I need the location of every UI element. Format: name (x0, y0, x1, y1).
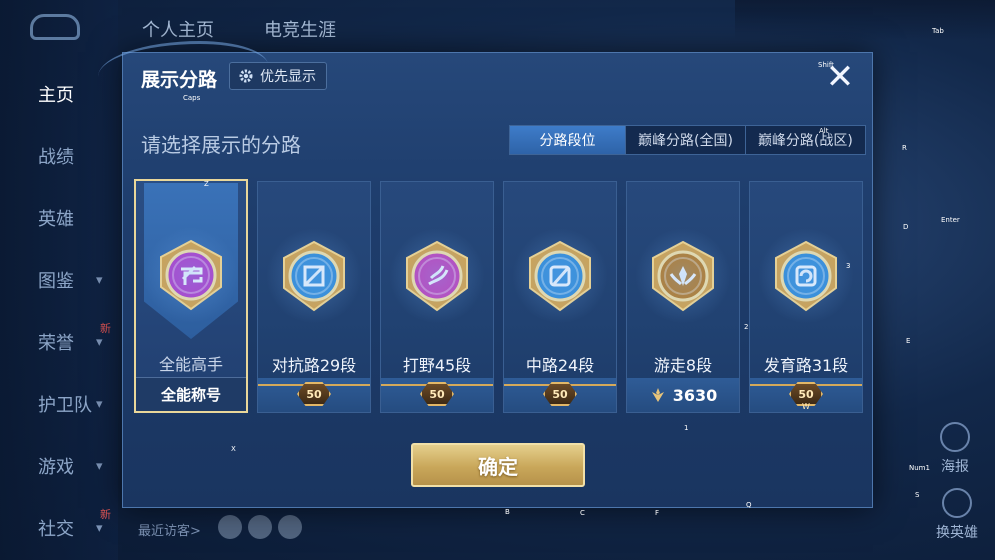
sidebar-item[interactable]: 荣誉 ▾ 新 (0, 322, 118, 362)
key-hint-two: 2 (744, 323, 749, 331)
sidebar-item[interactable]: 英雄 (0, 198, 118, 238)
chevron-down-icon: ▾ (96, 458, 103, 474)
sidebar-item[interactable]: 护卫队 ▾ (0, 384, 118, 424)
lane-card-footer: 全能称号 (136, 377, 246, 411)
title-label: 全能称号 (160, 386, 221, 404)
sidebar-item-label: 英雄 (38, 209, 74, 230)
lane-card-label: 对抗路29段 (271, 356, 357, 375)
sidebar-item-label: 社交 (38, 519, 74, 540)
switch-hero-icon (942, 488, 972, 518)
sidebar-item[interactable]: 战绩 (0, 136, 118, 176)
sidebar-item-label: 荣誉 (38, 333, 74, 354)
poster-icon (940, 422, 970, 452)
key-hint-caps: Caps (183, 94, 201, 102)
tab-esports-career[interactable]: 电竞生涯 (264, 16, 336, 42)
lane-card-label: 打野45段 (402, 356, 472, 375)
tab-peak-lane-national[interactable]: 巅峰分路(全国) (626, 126, 746, 154)
lane-card-footer: 50 (258, 378, 370, 412)
dialog-subtitle: 请选择展示的分路 (141, 133, 301, 157)
dialog-title: 展示分路 (141, 69, 218, 91)
sidebar-item-label: 护卫队 (38, 395, 92, 416)
key-hint-s: S (915, 491, 920, 499)
lane-card[interactable]: 打野45段 50 (380, 181, 494, 413)
chevron-down-icon: ▾ (96, 396, 103, 412)
key-hint-e: E (906, 337, 911, 345)
tab-peak-lane-region[interactable]: 巅峰分路(战区) (746, 126, 865, 154)
back-logo-icon[interactable] (30, 14, 80, 40)
new-badge: 新 (100, 508, 111, 521)
lane-type-tabs: 分路段位 巅峰分路(全国) 巅峰分路(战区) (509, 125, 866, 155)
peak-score-icon (651, 388, 664, 402)
sidebar-item-label: 图鉴 (38, 271, 74, 292)
visitor-avatar[interactable] (248, 515, 272, 539)
priority-display-button[interactable]: 优先显示 (229, 62, 327, 90)
priority-display-label: 优先显示 (260, 69, 316, 85)
sidebar-item-label: 战绩 (38, 147, 74, 168)
chevron-down-icon: ▾ (96, 520, 103, 536)
key-hint-num1: Num1 (909, 464, 930, 472)
key-hint-c: C (580, 509, 585, 517)
staff-icon (512, 228, 608, 324)
lane-card-footer: 3630 (627, 378, 739, 412)
switch-hero-label: 换英雄 (936, 525, 978, 541)
top-right-bar (735, 0, 995, 40)
tab-lane-rank[interactable]: 分路段位 (510, 126, 626, 154)
key-hint-q: Q (746, 501, 752, 509)
lane-cards: 全能高手 全能称号 对抗路29段 50 打野45段 50 中路24段 50 游走8段 3630 发育… (134, 179, 864, 413)
rank-badge: 50 (258, 378, 370, 412)
lane-card-footer: 50 (504, 378, 616, 412)
poster-label: 海报 (941, 459, 969, 475)
lane-card-footer: 50 (381, 378, 493, 412)
sidebar-item[interactable]: 社交 ▾ 新 (0, 508, 118, 548)
bow-icon (758, 228, 854, 324)
key-hint-enter: Enter (941, 216, 960, 224)
all-round-icon (143, 227, 239, 323)
rank-badge: 50 (504, 378, 616, 412)
key-hint-three: 3 (846, 262, 851, 270)
key-hint-shift: Shift (818, 61, 834, 69)
confirm-button[interactable]: 确定 (411, 443, 585, 487)
sidebar-item-label: 游戏 (38, 457, 74, 478)
key-hint-r: R (902, 144, 907, 152)
lane-card[interactable]: 对抗路29段 50 (257, 181, 371, 413)
claw-icon (389, 228, 485, 324)
recent-visitors-link[interactable]: 最近访客> (138, 520, 201, 539)
sidebar-item[interactable]: 游戏 ▾ (0, 446, 118, 486)
visitor-avatar[interactable] (278, 515, 302, 539)
poster-button[interactable]: 海报 (940, 422, 970, 476)
lane-card-label: 游走8段 (653, 356, 713, 375)
sidebar-item[interactable]: 图鉴 ▾ (0, 260, 118, 300)
lane-card-label: 全能高手 (158, 355, 223, 374)
key-hint-one: 1 (684, 424, 689, 432)
lane-card[interactable]: 中路24段 50 (503, 181, 617, 413)
display-lane-dialog: 展示分路 优先显示 ✕ 请选择展示的分路 分路段位 巅峰分路(全国) 巅峰分路(… (98, 41, 873, 508)
rank-sub-label: W (802, 402, 810, 411)
sidebar-item-label: 主页 (38, 85, 74, 106)
key-hint-z: Z (204, 180, 209, 188)
gear-icon (239, 69, 253, 83)
key-hint-tab: Tab (932, 27, 944, 35)
key-hint-d: D (903, 223, 909, 231)
lane-card-label: 发育路31段 (763, 356, 849, 375)
peak-score: 3630 (672, 385, 718, 405)
lane-card[interactable]: 发育路31段 50 W (749, 181, 863, 413)
rank-badge: 50 W (750, 378, 862, 412)
lane-card[interactable]: 全能高手 全能称号 (134, 179, 248, 413)
new-badge: 新 (100, 322, 111, 335)
rank-badge: 50 (381, 378, 493, 412)
lane-card[interactable]: 游走8段 3630 (626, 181, 740, 413)
lane-card-label: 中路24段 (525, 356, 595, 375)
wing-icon (635, 228, 731, 324)
chevron-down-icon: ▾ (96, 334, 103, 350)
lane-card-footer: 50 W (750, 378, 862, 412)
key-hint-b: B (505, 508, 510, 516)
tab-profile-home[interactable]: 个人主页 (142, 16, 214, 42)
switch-hero-button[interactable]: 换英雄 (936, 488, 978, 542)
key-hint-alt: Alt (819, 127, 829, 135)
sword-shield-icon (266, 228, 362, 324)
chevron-down-icon: ▾ (96, 272, 103, 288)
visitor-avatar[interactable] (218, 515, 242, 539)
key-hint-f: F (655, 509, 660, 517)
key-hint-x: X (231, 445, 236, 453)
